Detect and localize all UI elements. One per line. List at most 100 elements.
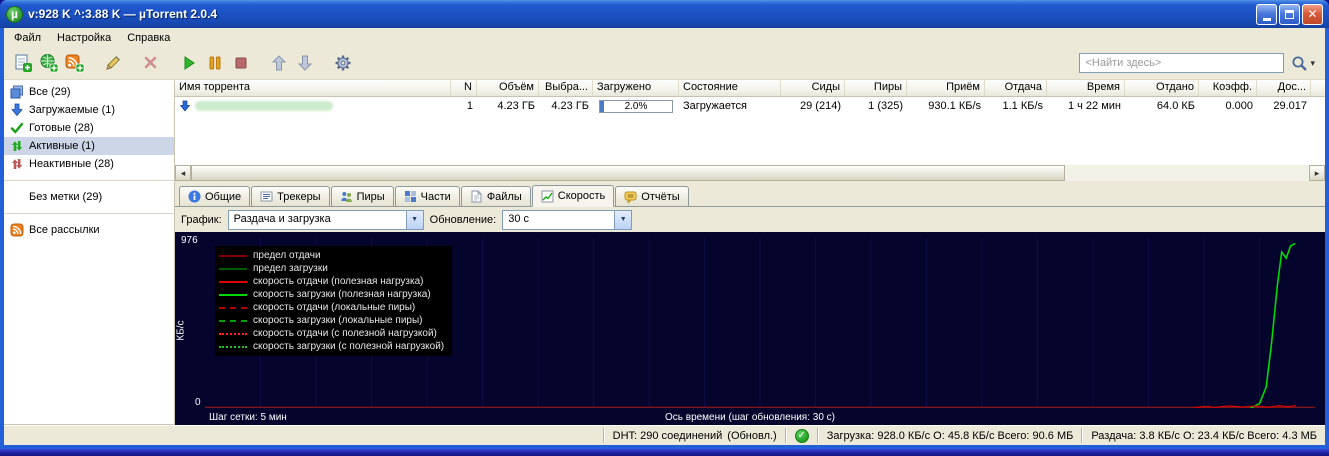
add-rss-icon [65, 53, 85, 73]
update-interval-select[interactable]: 30 с ▼ [502, 210, 632, 230]
create-torrent-button[interactable] [100, 50, 126, 76]
scrollbar-thumb[interactable] [191, 165, 1065, 181]
y-axis-max-label: 976 [181, 235, 198, 246]
titlebar: µ v:928 K ^:3.88 K — µTorrent 2.0.4 ✕ [0, 0, 1329, 28]
sidebar-item-label: Загружаемые (1) [29, 104, 115, 116]
app-icon[interactable]: µ [6, 6, 23, 23]
legend-line-swatch [219, 333, 247, 335]
row-filler [1311, 105, 1325, 107]
move-up-button[interactable] [266, 50, 292, 76]
dht-status-text: DHT: 290 соединений [613, 430, 723, 442]
sidebar-item-all-feeds[interactable]: Все рассылки [4, 221, 174, 239]
sidebar-item-inactive[interactable]: Неактивные (28) [4, 155, 174, 173]
column-header-ratio[interactable]: Коэфф. [1199, 80, 1257, 96]
sidebar-item-all[interactable]: Все (29) [4, 83, 174, 101]
column-header-size[interactable]: Объём [477, 80, 539, 96]
torrent-progress-cell: 2.0% [593, 99, 679, 114]
search-button[interactable]: ▾ [1287, 53, 1319, 74]
sidebar-item-label: Все рассылки [29, 224, 100, 236]
torrent-row[interactable]: 1 4.23 ГБ 4.23 ГБ 2.0% Загружается 29 (2… [175, 97, 1325, 115]
column-header-status[interactable]: Состояние [679, 80, 781, 96]
network-status-panel: ✓ [787, 429, 817, 443]
column-header-availability[interactable]: Дос... [1257, 80, 1311, 96]
column-header-peers[interactable]: Пиры [845, 80, 907, 96]
torrent-list-header: Имя торрента N Объём Выбра... Загружено … [175, 80, 1325, 97]
pause-button[interactable] [202, 50, 228, 76]
legend-label: скорость отдачи (с полезной нагрузкой) [253, 328, 437, 339]
legend-item: скорость отдачи (с полезной нагрузкой) [219, 327, 444, 340]
horizontal-scrollbar[interactable]: ◂ ▸ [175, 165, 1325, 181]
column-header-filler [1311, 80, 1325, 96]
legend-label: скорость загрузки (полезная нагрузка) [253, 289, 431, 300]
move-down-button[interactable] [292, 50, 318, 76]
search-dropdown-caret-icon: ▾ [1310, 58, 1315, 69]
scroll-left-icon: ◂ [181, 168, 186, 179]
sidebar-item-label: Активные (1) [29, 140, 95, 152]
column-header-up-speed[interactable]: Отдача [985, 80, 1047, 96]
legend-line-swatch [219, 294, 247, 296]
sidebar-item-label: Неактивные (28) [29, 158, 114, 170]
sidebar-separator [4, 213, 174, 214]
start-button[interactable] [176, 50, 202, 76]
tab-logger[interactable]: Отчёты [615, 186, 688, 206]
toolbar: ▾ [4, 47, 1325, 80]
y-axis-title: КБ/с [176, 320, 187, 340]
minimize-button[interactable] [1256, 4, 1277, 25]
graph-select[interactable]: Раздача и загрузка ▼ [228, 210, 424, 230]
legend-item: предел отдачи [219, 249, 444, 262]
add-torrent-url-button[interactable] [36, 50, 62, 76]
tab-speed[interactable]: Скорость [532, 185, 615, 207]
column-header-selected[interactable]: Выбра... [539, 80, 593, 96]
main-area: Все (29) Загружаемые (1) Готовые (28) Ак… [4, 80, 1325, 425]
add-rss-feed-button[interactable] [62, 50, 88, 76]
rss-feeds-icon [10, 223, 24, 237]
stop-button[interactable] [228, 50, 254, 76]
window-controls: ✕ [1256, 4, 1323, 25]
detail-tabs: Общие Трекеры Пиры Части [175, 181, 1325, 207]
maximize-button[interactable] [1279, 4, 1300, 25]
create-torrent-icon [103, 53, 123, 73]
preferences-button[interactable] [330, 50, 356, 76]
maximize-icon [1285, 10, 1294, 19]
scroll-right-button[interactable]: ▸ [1309, 165, 1325, 181]
sidebar-item-downloading[interactable]: Загружаемые (1) [4, 101, 174, 119]
torrent-eta: 1 ч 22 мин [1047, 99, 1125, 113]
sidebar-item-no-label[interactable]: Без метки (29) [4, 188, 174, 206]
close-button[interactable]: ✕ [1302, 4, 1323, 25]
screen: µ v:928 K ^:3.88 K — µTorrent 2.0.4 ✕ Фа… [0, 0, 1329, 456]
tab-files[interactable]: Файлы [461, 186, 531, 206]
pause-icon [205, 53, 225, 73]
search-input[interactable] [1079, 53, 1284, 73]
sidebar-item-completed[interactable]: Готовые (28) [4, 119, 174, 137]
add-url-icon [39, 53, 59, 73]
scroll-left-button[interactable]: ◂ [175, 165, 191, 181]
menu-options[interactable]: Настройка [49, 30, 119, 46]
stop-icon [231, 53, 251, 73]
remove-button[interactable] [138, 50, 164, 76]
tab-pieces[interactable]: Части [395, 186, 460, 206]
menu-help[interactable]: Справка [119, 30, 178, 46]
column-header-name[interactable]: Имя торрента [175, 80, 451, 96]
legend-line-swatch [219, 255, 247, 257]
minimize-icon [1263, 18, 1271, 21]
sidebar-item-active[interactable]: Активные (1) [4, 137, 174, 155]
graph-legend: предел отдачи предел загрузки скорость о… [215, 246, 452, 356]
column-header-uploaded[interactable]: Отдано [1125, 80, 1199, 96]
column-header-done[interactable]: Загружено [593, 80, 679, 96]
column-header-number[interactable]: N [451, 80, 477, 96]
tab-peers[interactable]: Пиры [331, 186, 394, 206]
add-torrent-button[interactable] [10, 50, 36, 76]
update-interval-arrow-icon: ▼ [614, 211, 631, 229]
tab-trackers[interactable]: Трекеры [251, 186, 329, 206]
menu-file[interactable]: Файл [6, 30, 49, 46]
sidebar-item-label: Все (29) [29, 86, 71, 98]
column-header-eta[interactable]: Время [1047, 80, 1125, 96]
column-header-down-speed[interactable]: Приём [907, 80, 985, 96]
legend-item: скорость отдачи (локальные пиры) [219, 301, 444, 314]
remove-icon [141, 53, 161, 73]
legend-line-swatch [219, 281, 247, 283]
column-header-seeds[interactable]: Сиды [781, 80, 845, 96]
window-body: Файл Настройка Справка [4, 28, 1325, 445]
plot-area: предел отдачи предел загрузки скорость о… [205, 238, 1315, 408]
tab-general[interactable]: Общие [179, 186, 250, 206]
